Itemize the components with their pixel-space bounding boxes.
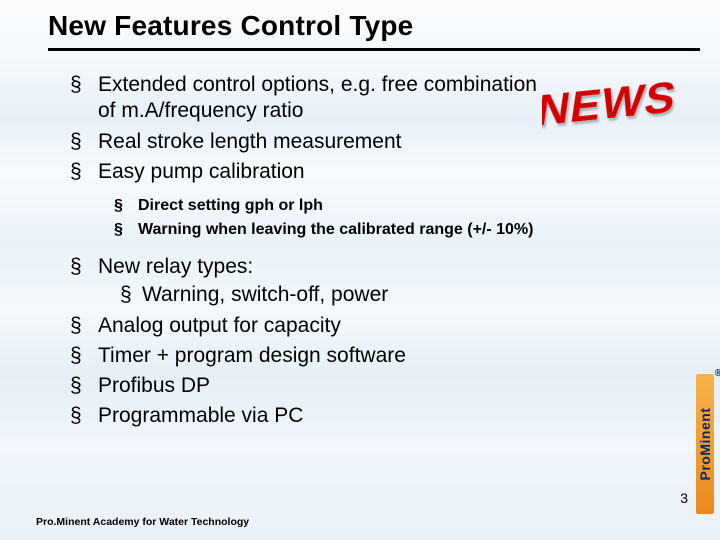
- list-item: Easy pump calibration: [70, 159, 550, 185]
- brand-logo: ProMinent ®: [694, 374, 716, 514]
- page-title: New Features Control Type: [48, 10, 700, 42]
- footer-text: Pro.Minent Academy for Water Technology: [36, 516, 249, 528]
- title-underline: [48, 48, 700, 51]
- list-item: Real stroke length measurement: [70, 129, 550, 155]
- list-item: Profibus DP: [70, 373, 550, 399]
- registered-mark: ®: [715, 368, 720, 379]
- bullet-list-mid: New relay types: Warning, switch-off, po…: [70, 254, 550, 430]
- list-item: Warning when leaving the calibrated rang…: [114, 219, 550, 241]
- list-item: Programmable via PC: [70, 403, 550, 429]
- page-number: 3: [680, 490, 688, 506]
- logo-text: ProMinent: [697, 408, 713, 481]
- news-text: NEWS: [542, 73, 679, 135]
- list-item: Analog output for capacity: [70, 313, 550, 339]
- list-item: Timer + program design software: [70, 343, 550, 369]
- bullet-list-top: Extended control options, e.g. free comb…: [70, 72, 550, 185]
- bullet-list-sub: Direct setting gph or lph Warning when l…: [114, 195, 550, 240]
- list-item: Extended control options, e.g. free comb…: [70, 72, 550, 125]
- list-item: Warning, switch-off, power: [120, 282, 550, 308]
- title-block: New Features Control Type: [48, 10, 700, 51]
- list-item: Direct setting gph or lph: [114, 195, 550, 217]
- nested-list: Warning, switch-off, power: [120, 282, 550, 308]
- list-item-label: New relay types:: [98, 255, 253, 278]
- list-item: New relay types: Warning, switch-off, po…: [70, 254, 550, 309]
- news-badge: NEWS: [542, 58, 702, 146]
- content-area: Extended control options, e.g. free comb…: [70, 72, 550, 434]
